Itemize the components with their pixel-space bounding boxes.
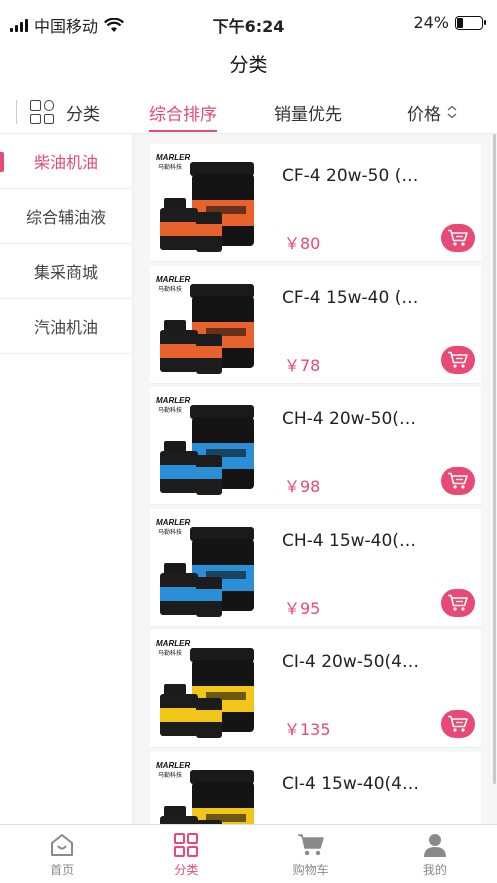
cart-icon xyxy=(297,834,324,856)
product-card[interactable]: MARLER 马勒科技 CI-4 15w-40(4… xyxy=(150,751,481,824)
product-price: ￥80 xyxy=(284,234,321,253)
add-to-cart-button[interactable] xyxy=(441,588,475,617)
cart-icon xyxy=(448,351,468,368)
product-name: CI-4 15w-40(4… xyxy=(282,773,419,794)
add-to-cart-button[interactable] xyxy=(441,467,475,495)
tab-mine[interactable]: 我的 xyxy=(373,825,497,883)
product-name: CH-4 15w-40(… xyxy=(282,530,416,551)
cart-icon xyxy=(448,715,468,732)
product-price: ￥135 xyxy=(284,720,331,739)
sidebar-item-label: 综合辅油液 xyxy=(25,208,106,227)
product-price: ￥78 xyxy=(284,355,321,375)
status-bar: 中国移动 下午6:24 24% xyxy=(0,0,497,46)
product-name: CF-4 15w-40 (… xyxy=(282,287,419,308)
sidebar-item-label: 汽油机油 xyxy=(33,318,98,337)
brand-logo: MARLER xyxy=(156,518,190,527)
sidebar-item-group-purchase[interactable]: 集采商城 xyxy=(0,244,132,299)
tab-label: 分类 xyxy=(174,863,199,877)
category-sidebar: 柴油机油 综合辅油液 集采商城 汽油机油 xyxy=(0,134,133,824)
battery-percent: 24% xyxy=(413,13,449,32)
product-card[interactable]: MARLER 马勒科技 CH-4 20w-50(… ￥98 xyxy=(150,387,481,505)
tab-home[interactable]: 首页 xyxy=(0,825,124,883)
product-name: CF-4 20w-50 (… xyxy=(282,166,419,186)
scrollbar[interactable] xyxy=(493,134,496,784)
product-card[interactable]: MARLER 马勒科技 CH-4 15w-40(… ￥95 xyxy=(150,508,481,627)
home-icon xyxy=(51,834,74,856)
tab-sales-priority[interactable]: 销量优先 xyxy=(274,90,342,134)
product-card[interactable]: MARLER 马勒科技 CI-4 20w-50(4… ￥135 xyxy=(150,630,481,748)
sidebar-item-gasoline-oil[interactable]: 汽油机油 xyxy=(0,299,132,354)
brand-sub: 马勒科技 xyxy=(158,163,182,171)
product-image: MARLER马勒科技 xyxy=(156,396,254,495)
brand-logo: MARLER xyxy=(156,275,190,284)
brand-logo: MARLER xyxy=(156,639,190,648)
product-image: MARLER马勒科技 xyxy=(156,275,254,374)
add-to-cart-button[interactable] xyxy=(441,345,475,374)
grid-icon xyxy=(30,100,54,124)
add-to-cart-button[interactable] xyxy=(441,224,475,252)
page-title: 分类 xyxy=(229,54,268,76)
bottom-tab-bar: 首页 分类 购物车 我的 xyxy=(0,824,497,883)
brand-logo: MARLER xyxy=(156,153,190,162)
product-card[interactable]: MARLER 马勒科技 CF-4 20w-50 (… ￥80 xyxy=(150,144,481,262)
category-toggle-button[interactable]: 分类 xyxy=(30,90,100,134)
filter-bar: 分类 综合排序 销量优先 价格 xyxy=(0,90,497,134)
sort-chevron-icon xyxy=(447,105,457,119)
sidebar-item-diesel-oil[interactable]: 柴油机油 xyxy=(0,134,132,189)
cart-icon xyxy=(448,229,468,246)
brand-sub: 马勒科技 xyxy=(158,528,182,536)
product-price: ￥95 xyxy=(284,598,321,618)
tab-cart[interactable]: 购物车 xyxy=(249,825,373,883)
user-icon xyxy=(423,834,446,857)
product-name: CH-4 20w-50(… xyxy=(282,409,416,429)
product-name: CI-4 20w-50(4… xyxy=(282,652,419,672)
product-card[interactable]: MARLER 马勒科技 CF-4 15w-40 (… ￥78 xyxy=(150,265,481,384)
product-image: MARLER马勒科技 xyxy=(156,761,254,824)
brand-sub: 马勒科技 xyxy=(158,285,182,293)
tab-category[interactable]: 分类 xyxy=(124,825,248,883)
tab-label: 综合排序 xyxy=(149,104,217,125)
tab-label: 我的 xyxy=(422,863,447,877)
cart-icon xyxy=(448,472,468,489)
sidebar-item-label: 集采商城 xyxy=(33,263,98,282)
brand-sub: 马勒科技 xyxy=(158,771,182,779)
brand-logo: MARLER xyxy=(156,761,190,770)
category-icon xyxy=(174,833,199,857)
tab-label: 购物车 xyxy=(292,863,329,877)
sidebar-item-label: 柴油机油 xyxy=(33,153,98,172)
tab-label: 首页 xyxy=(50,863,75,877)
product-price: ￥98 xyxy=(284,477,321,496)
brand-sub: 马勒科技 xyxy=(158,406,182,414)
product-image: MARLER马勒科技 xyxy=(156,518,254,617)
add-to-cart-button[interactable] xyxy=(441,710,475,738)
battery-info: 24% xyxy=(413,13,486,32)
battery-icon xyxy=(455,15,486,30)
product-list[interactable]: MARLER 马勒科技 CF-4 20w-50 (… ￥80 MARLER 马勒科技 CF-… xyxy=(133,134,497,824)
tab-label: 销量优先 xyxy=(274,104,342,125)
tab-comprehensive-sort[interactable]: 综合排序 xyxy=(149,90,217,134)
cart-icon xyxy=(448,594,468,611)
brand-logo: MARLER xyxy=(156,396,190,405)
product-image: MARLER马勒科技 xyxy=(156,639,254,738)
tab-label: 价格 xyxy=(407,104,441,125)
category-toggle-label: 分类 xyxy=(66,104,100,125)
brand-sub: 马勒科技 xyxy=(158,649,182,657)
product-image: MARLER马勒科技 xyxy=(156,153,254,252)
tab-price[interactable]: 价格 xyxy=(407,90,458,134)
divider xyxy=(16,100,17,124)
sidebar-item-auxiliary-fluids[interactable]: 综合辅油液 xyxy=(0,189,132,244)
